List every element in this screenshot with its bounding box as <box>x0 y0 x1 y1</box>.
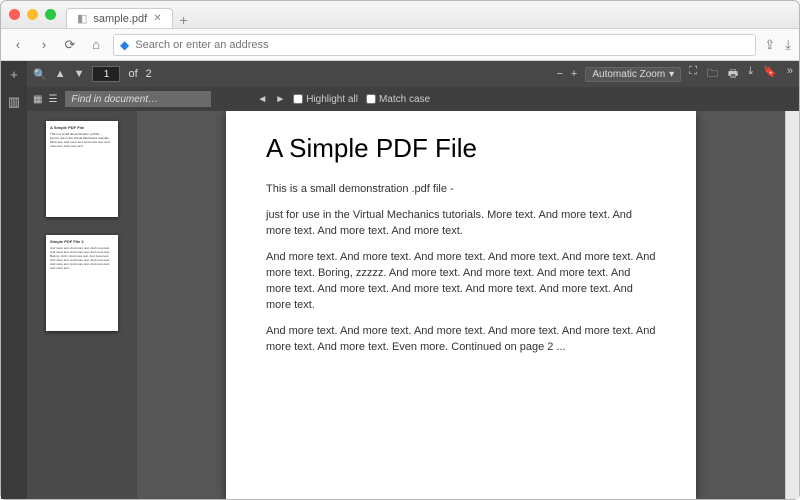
address-input[interactable] <box>135 39 749 51</box>
zoom-out-icon[interactable]: − <box>556 68 562 80</box>
new-tab-button[interactable]: + <box>173 12 195 28</box>
share-icon[interactable]: ⇪ <box>764 37 775 53</box>
find-prev-icon[interactable]: ◄ <box>257 94 267 105</box>
pdf-toolbar-right: ⛶ 🗀 🖶 ⤓ 🔖 » <box>689 65 793 84</box>
zoom-label-text: Automatic Zoom <box>592 69 665 80</box>
viewer-main: 🔍 ▲ ▼ of 2 − + Automatic Zoom ▾ ⛶ 🗀 🖶 ⤓ <box>27 61 799 499</box>
tools-menu-icon[interactable]: » <box>787 65 793 84</box>
chevron-down-icon: ▾ <box>669 69 674 80</box>
open-file-icon[interactable]: 🗀 <box>707 65 718 84</box>
document-paragraph: This is a small demonstration .pdf file … <box>266 182 656 198</box>
print-icon[interactable]: 🖶 <box>728 65 738 84</box>
pdf-findbar: ▦ ☰ ◄ ► Highlight all Match case <box>27 87 799 111</box>
tab-favicon: ◧ <box>77 12 87 25</box>
minimize-window-button[interactable] <box>27 9 38 20</box>
match-case-label: Match case <box>379 94 430 105</box>
navbar-end: ⇪ ⤓ <box>764 37 791 53</box>
document-title: A Simple PDF File <box>266 133 656 164</box>
pdf-viewer: + ▥ 🔍 ▲ ▼ of 2 − + Automatic Zoom ▾ ⛶ <box>1 61 799 499</box>
browser-navbar: ‹ › ⟳ ⌂ ◆ ⇪ ⤓ <box>1 29 799 61</box>
document-paragraph: And more text. And more text. And more t… <box>266 250 656 314</box>
highlight-all-label: Highlight all <box>306 94 358 105</box>
bookmark-icon[interactable]: 🔖 <box>763 65 777 84</box>
forward-button[interactable]: › <box>35 37 53 52</box>
page-area[interactable]: A Simple PDF File This is a small demons… <box>137 111 785 499</box>
tab-strip: ◧ sample.pdf ✕ + <box>66 1 195 28</box>
thumbnail-page-1[interactable]: A Simple PDF File This is a small demons… <box>46 121 118 217</box>
zoom-select[interactable]: Automatic Zoom ▾ <box>585 67 681 82</box>
site-identity-icon: ◆ <box>120 38 129 52</box>
page-of-label: of <box>128 68 137 80</box>
prev-page-icon[interactable]: ▲ <box>55 68 66 80</box>
document-paragraph: just for use in the Virtual Mechanics tu… <box>266 208 656 240</box>
download-icon[interactable]: ⤓ <box>785 37 791 53</box>
outline-view-icon[interactable]: ☰ <box>48 94 57 105</box>
address-bar[interactable]: ◆ <box>113 34 756 56</box>
highlight-all-input[interactable] <box>293 94 303 104</box>
browser-tab[interactable]: ◧ sample.pdf ✕ <box>66 8 173 28</box>
highlight-all-checkbox[interactable]: Highlight all <box>293 94 358 105</box>
thumbnail-page-2[interactable]: Simple PDF File 2 And more text. And mor… <box>46 235 118 331</box>
viewer-gutter: + ▥ <box>1 61 27 499</box>
page-total-label: 2 <box>146 68 152 80</box>
zoom-in-icon[interactable]: + <box>571 68 577 80</box>
presentation-icon[interactable]: ⛶ <box>689 65 697 84</box>
page-number-input[interactable] <box>92 66 120 82</box>
pdf-page-1: A Simple PDF File This is a small demons… <box>226 111 696 499</box>
home-button[interactable]: ⌂ <box>87 37 105 52</box>
reload-button[interactable]: ⟳ <box>61 37 79 53</box>
save-icon[interactable]: ⤓ <box>748 65 753 84</box>
thumbnail-view-icon[interactable]: ▦ <box>33 94 42 105</box>
pdf-toolbar: 🔍 ▲ ▼ of 2 − + Automatic Zoom ▾ ⛶ 🗀 🖶 ⤓ <box>27 61 799 87</box>
find-next-icon[interactable]: ► <box>275 94 285 105</box>
close-window-button[interactable] <box>9 9 20 20</box>
back-button[interactable]: ‹ <box>9 37 27 52</box>
vertical-scrollbar[interactable] <box>785 111 799 499</box>
document-paragraph: And more text. And more text. And more t… <box>266 324 656 356</box>
sidebar-toggle-icon[interactable]: ▥ <box>8 94 20 110</box>
find-input[interactable] <box>65 91 211 107</box>
window-controls <box>9 9 56 20</box>
new-tab-gutter-button[interactable]: + <box>10 67 18 82</box>
next-page-icon[interactable]: ▼ <box>74 68 85 80</box>
pdf-content: A Simple PDF File This is a small demons… <box>27 111 799 499</box>
search-icon[interactable]: 🔍 <box>33 68 47 81</box>
browser-window: ◧ sample.pdf ✕ + ‹ › ⟳ ⌂ ◆ ⇪ ⤓ + ▥ 🔍 ▲ <box>0 0 800 500</box>
sidebar-view-toggle: ▦ ☰ <box>33 94 57 105</box>
match-case-checkbox[interactable]: Match case <box>366 94 430 105</box>
tab-title: sample.pdf <box>93 13 147 25</box>
tab-close-icon[interactable]: ✕ <box>153 13 161 24</box>
thumbnail-panel: A Simple PDF File This is a small demons… <box>27 111 137 499</box>
match-case-input[interactable] <box>366 94 376 104</box>
maximize-window-button[interactable] <box>45 9 56 20</box>
window-titlebar: ◧ sample.pdf ✕ + <box>1 1 799 29</box>
